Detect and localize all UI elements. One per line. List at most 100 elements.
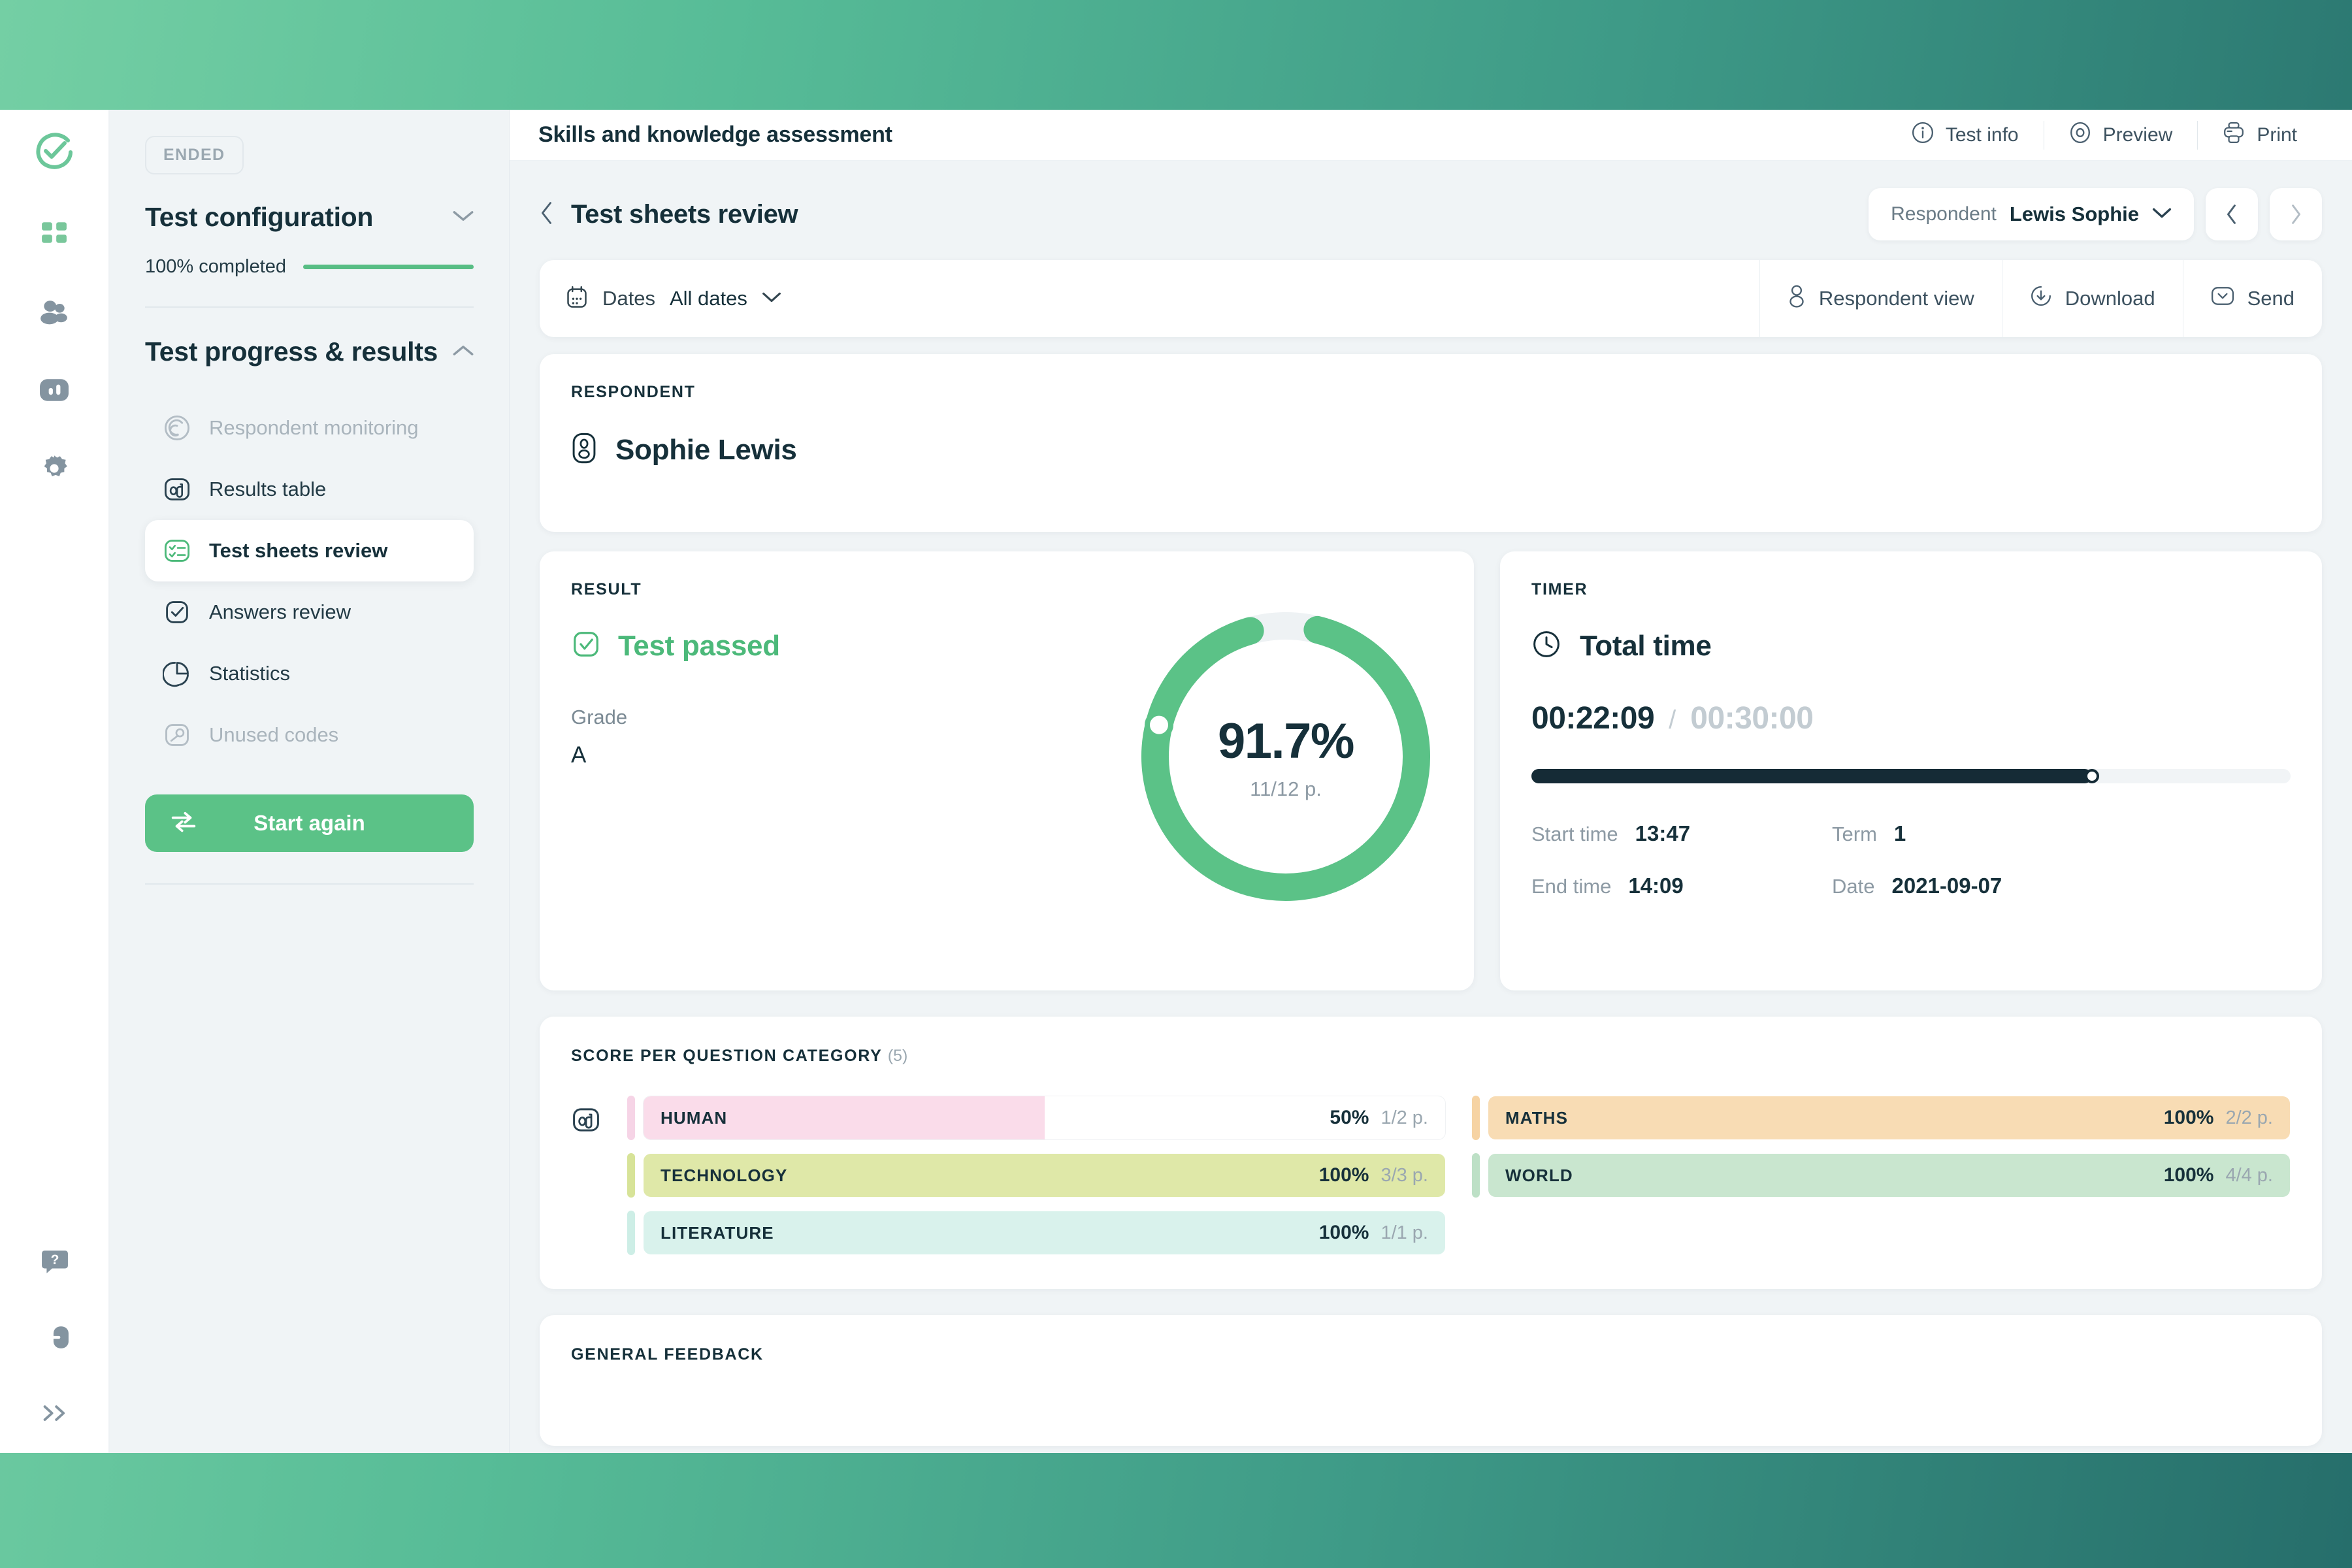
section-heading: Test sheets review bbox=[571, 199, 798, 229]
test-info-button[interactable]: Test info bbox=[1887, 120, 2044, 151]
meta-value: 13:47 bbox=[1635, 821, 1691, 845]
sidebar-section-test-configuration[interactable]: Test configuration bbox=[145, 202, 474, 233]
help-question-icon[interactable]: ? bbox=[35, 1241, 75, 1282]
sidebar-item-settings[interactable] bbox=[34, 448, 74, 489]
respondent-select-label: Respondent bbox=[1891, 203, 1997, 225]
divider bbox=[145, 883, 474, 885]
start-again-button[interactable]: Start again bbox=[145, 794, 474, 852]
sidebar-nav: Respondent monitoring Results table Test… bbox=[145, 397, 474, 766]
print-button[interactable]: Print bbox=[2198, 120, 2322, 151]
rail-bottom-group: ? bbox=[0, 1241, 110, 1433]
sidebar-item-test-sheets-review[interactable]: Test sheets review bbox=[145, 520, 474, 581]
time-progress-knob bbox=[2084, 769, 2099, 783]
card-kicker: GENERAL FEEDBACK bbox=[571, 1345, 764, 1364]
sidebar-item-label: Results table bbox=[209, 478, 327, 500]
kicker-text: SCORE PER QUESTION CATEGORY bbox=[571, 1047, 883, 1065]
sidebar-item-statistics[interactable]: Statistics bbox=[145, 643, 474, 704]
download-icon bbox=[2030, 285, 2052, 312]
card-kicker: TIMER bbox=[1531, 580, 1588, 598]
category-bar-row: WORLD 100% 4/4 p. bbox=[1472, 1153, 2291, 1198]
category-bar-row: TECHNOLOGY 100% 3/3 p. bbox=[627, 1153, 1446, 1198]
time-progress-bar bbox=[1531, 769, 2291, 783]
category-color-tick bbox=[1472, 1096, 1480, 1140]
sidebar-item-results-table[interactable]: Results table bbox=[145, 459, 474, 520]
toolbar-actions: Respondent view Download Send bbox=[1759, 260, 2322, 337]
dates-filter[interactable]: Dates All dates bbox=[566, 286, 781, 312]
page-title: Skills and knowledge assessment bbox=[538, 122, 892, 147]
sidebar-item-unused-codes[interactable]: Unused codes bbox=[145, 704, 474, 766]
print-label: Print bbox=[2257, 123, 2297, 146]
check-square-icon bbox=[571, 629, 601, 662]
pie-chart-icon bbox=[162, 659, 192, 689]
category-points: 4/4 p. bbox=[2225, 1165, 2273, 1186]
score-points: 11/12 p. bbox=[1250, 777, 1322, 800]
logout-icon[interactable] bbox=[35, 1317, 75, 1358]
category-percent: 100% bbox=[2163, 1107, 2214, 1128]
sidebar-item-label: Answers review bbox=[209, 600, 351, 623]
send-button[interactable]: Send bbox=[2183, 260, 2322, 337]
results-table-icon bbox=[162, 474, 192, 504]
printer-icon bbox=[2223, 122, 2245, 149]
category-points: 1/2 p. bbox=[1380, 1107, 1428, 1128]
category-name: TECHNOLOGY bbox=[661, 1165, 788, 1185]
chevron-down-icon bbox=[2152, 207, 2172, 222]
icon-rail: ? bbox=[0, 110, 110, 1453]
preview-button[interactable]: Preview bbox=[2044, 120, 2198, 151]
respondent-select[interactable]: Respondent Lewis Sophie bbox=[1869, 188, 2194, 240]
previous-respondent-button[interactable] bbox=[2206, 188, 2258, 240]
sidebar-item-reports[interactable] bbox=[34, 370, 74, 410]
category-count: (5) bbox=[887, 1047, 908, 1065]
completion-bar bbox=[303, 265, 474, 269]
card-kicker: SCORE PER QUESTION CATEGORY (5) bbox=[571, 1047, 2291, 1066]
sidebar-item-respondent-monitoring[interactable]: Respondent monitoring bbox=[145, 397, 474, 459]
page-header: Test sheets review Respondent Lewis Soph… bbox=[540, 187, 2322, 242]
meta-key: Date bbox=[1832, 875, 1875, 898]
dates-label: Dates bbox=[602, 287, 655, 310]
chevron-down-icon bbox=[453, 210, 474, 225]
check-circle-logo-icon[interactable] bbox=[34, 132, 74, 172]
category-percent: 100% bbox=[1318, 1164, 1369, 1186]
next-respondent-button[interactable] bbox=[2270, 188, 2322, 240]
app-header: Skills and knowledge assessment Test inf… bbox=[510, 110, 2352, 161]
category-bar: HUMAN 50% 1/2 p. bbox=[643, 1096, 1446, 1140]
category-color-tick bbox=[627, 1211, 635, 1255]
eye-circle-icon bbox=[2069, 122, 2091, 149]
envelope-icon bbox=[2211, 286, 2234, 312]
completion-progress: 100% completed bbox=[145, 256, 474, 278]
category-points: 1/1 p. bbox=[1380, 1222, 1428, 1243]
unused-codes-icon bbox=[162, 720, 192, 750]
app-window: ? ENDED Test configuration 100% complete… bbox=[0, 110, 2352, 1453]
chevron-up-icon bbox=[453, 344, 474, 360]
meta-key: End time bbox=[1531, 875, 1612, 898]
sidebar-item-users[interactable] bbox=[34, 291, 74, 332]
category-name: HUMAN bbox=[661, 1107, 728, 1128]
back-button[interactable] bbox=[540, 201, 554, 229]
filters-toolbar: Dates All dates Respondent view Download… bbox=[540, 260, 2322, 337]
sidebar-section-test-progress[interactable]: Test progress & results bbox=[145, 336, 474, 367]
time-progress-fill bbox=[1531, 769, 2092, 783]
header-actions: Test info Preview Print bbox=[1887, 120, 2322, 151]
category-bar: LITERATURE 100% 1/1 p. bbox=[643, 1211, 1446, 1255]
respondent-view-button[interactable]: Respondent view bbox=[1760, 260, 2002, 337]
sidebar-item-answers-review[interactable]: Answers review bbox=[145, 581, 474, 643]
result-card: RESULT Test passed Grade A 91.7% 11/12 p… bbox=[540, 551, 1474, 990]
respondent-select-value: Lewis Sophie bbox=[2009, 203, 2139, 225]
svg-text:?: ? bbox=[51, 1252, 59, 1267]
status-badge: ENDED bbox=[145, 136, 244, 174]
start-again-label: Start again bbox=[253, 811, 365, 835]
timer-title: Total time bbox=[1580, 629, 1712, 662]
meta-end-time: End time 14:09 bbox=[1531, 874, 1832, 898]
respondent-view-label: Respondent view bbox=[1818, 287, 1974, 310]
download-label: Download bbox=[2065, 287, 2155, 310]
meta-key: Term bbox=[1832, 823, 1877, 845]
meta-value: 14:09 bbox=[1628, 874, 1684, 898]
download-button[interactable]: Download bbox=[2002, 260, 2183, 337]
result-status: Test passed bbox=[618, 629, 780, 662]
time-limit: 00:30:00 bbox=[1690, 701, 1814, 736]
card-kicker: RESPONDENT bbox=[571, 383, 696, 401]
completion-label: 100% completed bbox=[145, 256, 287, 277]
section-title: Test progress & results bbox=[145, 336, 438, 367]
sidebar-item-dashboard[interactable] bbox=[34, 213, 74, 253]
meta-key: Start time bbox=[1531, 823, 1618, 845]
expand-chevrons-icon[interactable] bbox=[35, 1393, 75, 1433]
